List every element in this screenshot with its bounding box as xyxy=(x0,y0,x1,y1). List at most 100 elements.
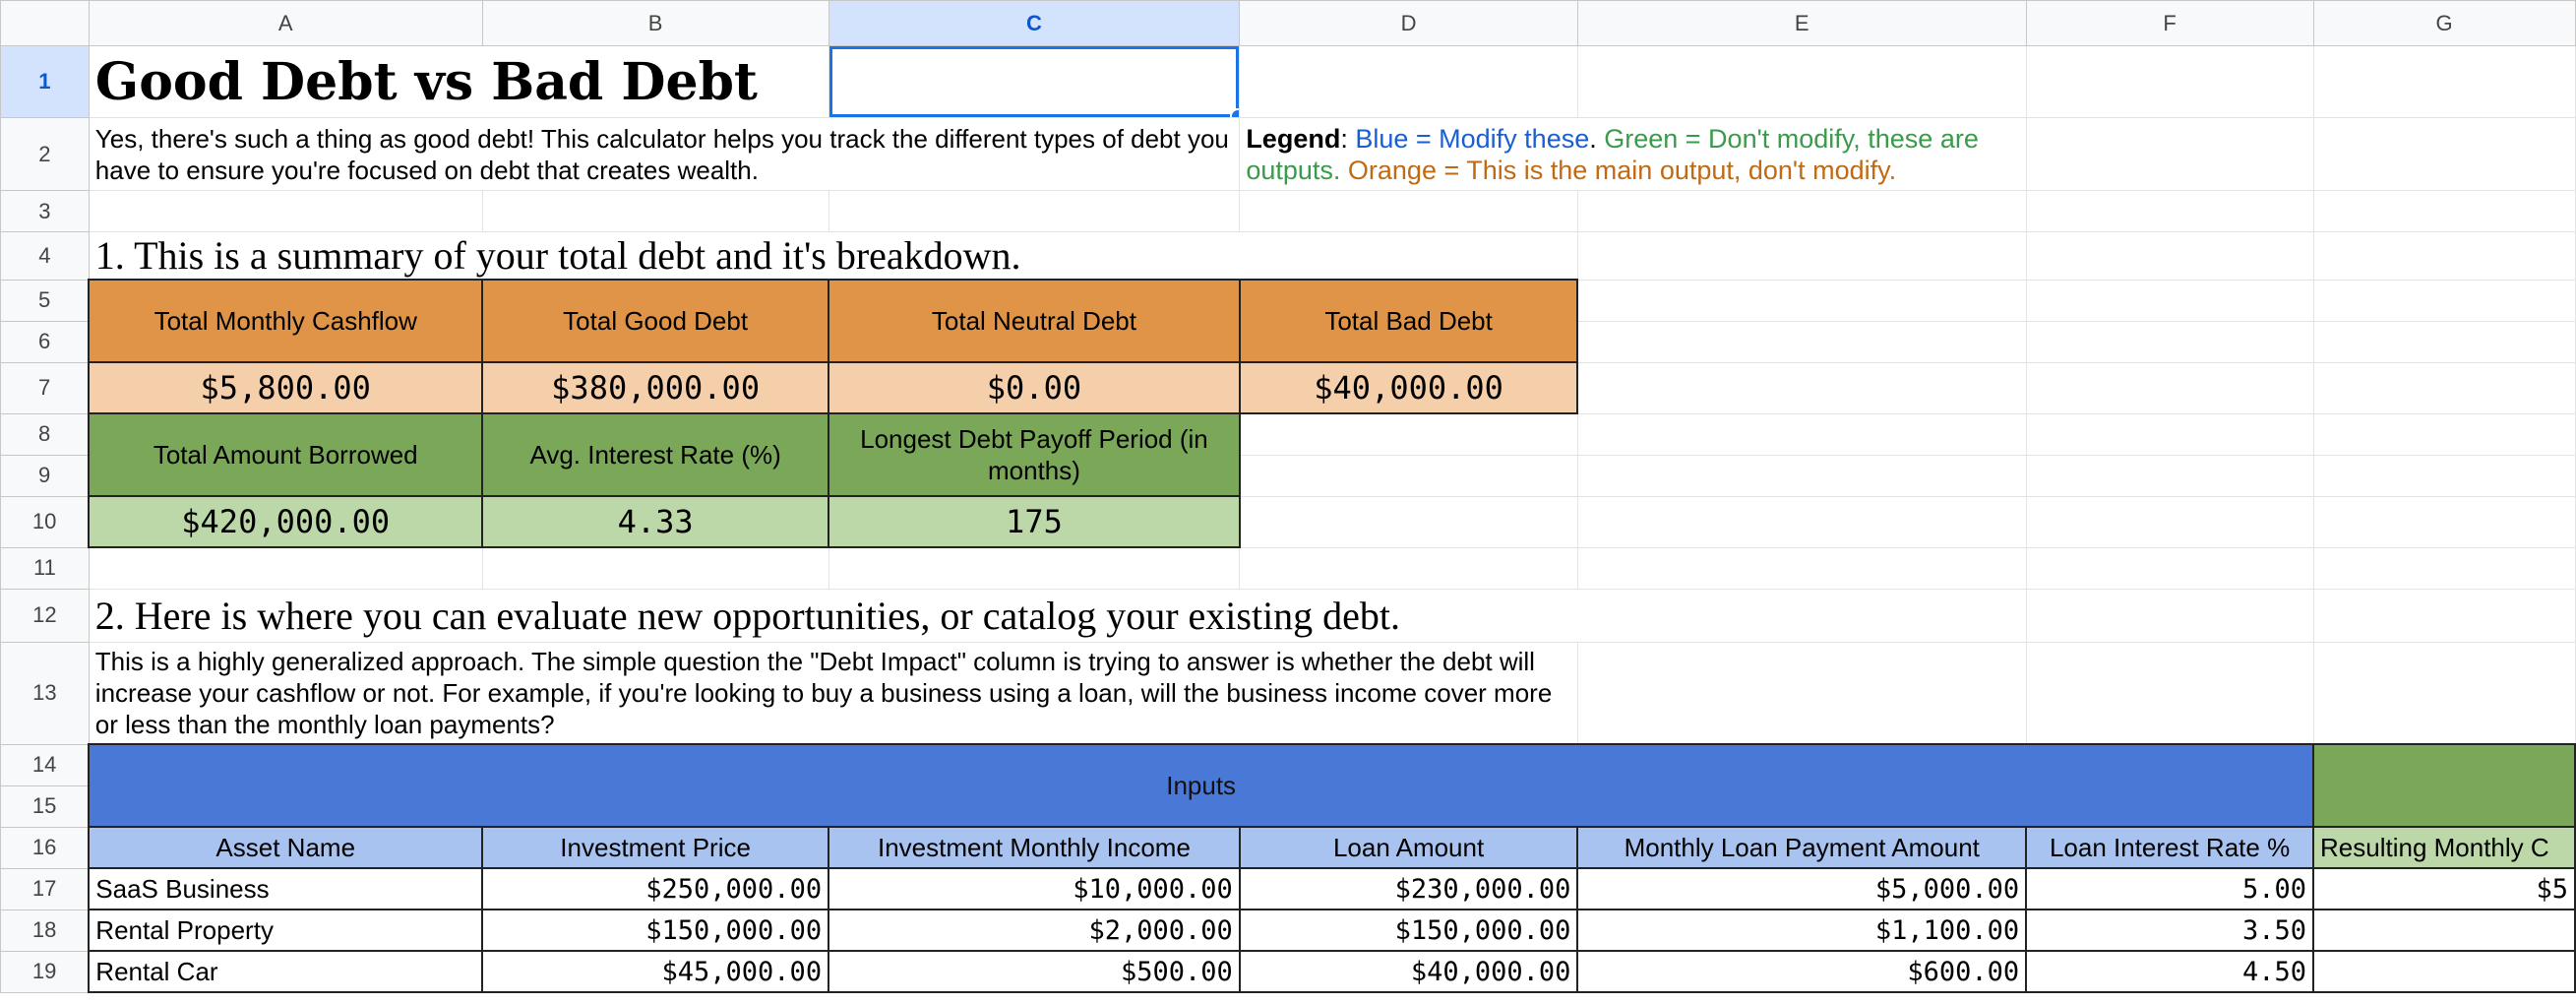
header-monthly-loan-payment[interactable]: Monthly Loan Payment Amount xyxy=(1576,826,2028,869)
cell[interactable] xyxy=(2312,45,2576,118)
cell[interactable] xyxy=(2312,546,2576,590)
legend-text[interactable]: Legend: Blue = Modify these. Green = Don… xyxy=(1239,117,2027,191)
cell[interactable] xyxy=(1576,279,2027,322)
row-header-11[interactable]: 11 xyxy=(0,546,90,590)
avg-interest-rate-label[interactable]: Avg. Interest Rate (%) xyxy=(481,412,830,497)
cell[interactable] xyxy=(2025,361,2314,414)
inputs-band[interactable]: Inputs xyxy=(88,743,2315,828)
interest-rate-cell[interactable]: 3.50 xyxy=(2025,909,2315,952)
cell[interactable] xyxy=(1239,454,1578,497)
column-header-d[interactable]: D xyxy=(1239,0,1578,46)
outputs-band[interactable] xyxy=(2312,743,2576,828)
longest-payoff-value[interactable]: 175 xyxy=(828,495,1241,548)
resulting-monthly-cell[interactable] xyxy=(2312,909,2576,952)
total-amount-borrowed-label[interactable]: Total Amount Borrowed xyxy=(88,412,484,497)
cell[interactable] xyxy=(2025,454,2314,497)
cell[interactable] xyxy=(2312,190,2576,232)
total-bad-debt-value[interactable]: $40,000.00 xyxy=(1238,361,1579,414)
intro-text[interactable]: Yes, there's such a thing as good debt! … xyxy=(88,117,1241,191)
column-header-a[interactable]: A xyxy=(88,0,483,46)
cell[interactable] xyxy=(2312,231,2576,281)
loan-amount-cell[interactable]: $40,000.00 xyxy=(1238,950,1579,993)
cell[interactable] xyxy=(2025,495,2314,548)
investment-price-cell[interactable]: $250,000.00 xyxy=(481,867,830,910)
monthly-payment-cell[interactable]: $600.00 xyxy=(1576,950,2028,993)
row-header-3[interactable]: 3 xyxy=(0,190,90,232)
cell[interactable] xyxy=(1239,412,1578,456)
total-monthly-cashflow-label[interactable]: Total Monthly Cashflow xyxy=(88,279,484,363)
monthly-payment-cell[interactable]: $1,100.00 xyxy=(1576,909,2028,952)
resulting-monthly-cell[interactable]: $5 xyxy=(2312,867,2576,910)
total-good-debt-label[interactable]: Total Good Debt xyxy=(481,279,830,363)
investment-income-cell[interactable]: $10,000.00 xyxy=(828,867,1241,910)
loan-amount-cell[interactable]: $150,000.00 xyxy=(1238,909,1579,952)
row-header-12[interactable]: 12 xyxy=(0,588,90,643)
asset-name-cell[interactable]: Rental Car xyxy=(88,950,484,993)
active-cell-c1[interactable] xyxy=(828,45,1241,118)
cell[interactable] xyxy=(2025,320,2314,363)
cell[interactable] xyxy=(1239,495,1578,548)
column-header-e[interactable]: E xyxy=(1576,0,2027,46)
asset-name-cell[interactable]: SaaS Business xyxy=(88,867,484,910)
cell[interactable] xyxy=(1239,546,1578,590)
cell[interactable] xyxy=(1576,45,2027,118)
cell[interactable] xyxy=(2312,588,2576,643)
cell[interactable] xyxy=(481,546,829,590)
investment-income-cell[interactable]: $500.00 xyxy=(828,950,1241,993)
cell[interactable] xyxy=(2025,231,2314,281)
investment-price-cell[interactable]: $150,000.00 xyxy=(481,909,830,952)
cell[interactable] xyxy=(828,190,1241,232)
header-loan-interest-rate[interactable]: Loan Interest Rate % xyxy=(2025,826,2315,869)
resulting-monthly-cell[interactable] xyxy=(2312,950,2576,993)
monthly-payment-cell[interactable]: $5,000.00 xyxy=(1576,867,2028,910)
cell[interactable] xyxy=(2312,117,2576,191)
cell[interactable] xyxy=(88,190,483,232)
row-header-7[interactable]: 7 xyxy=(0,361,90,414)
cell[interactable] xyxy=(2025,412,2314,456)
cell[interactable] xyxy=(2025,546,2314,590)
row-header-4[interactable]: 4 xyxy=(0,231,90,281)
cell[interactable] xyxy=(2025,45,2314,118)
loan-amount-cell[interactable]: $230,000.00 xyxy=(1238,867,1579,910)
cell[interactable] xyxy=(2025,588,2314,643)
cell[interactable] xyxy=(2025,279,2314,322)
section-2-heading[interactable]: 2. Here is where you can evaluate new op… xyxy=(88,588,2027,643)
row-header-10[interactable]: 10 xyxy=(0,495,90,548)
cell[interactable] xyxy=(1576,320,2027,363)
investment-price-cell[interactable]: $45,000.00 xyxy=(481,950,830,993)
cell[interactable] xyxy=(2312,361,2576,414)
avg-interest-rate-value[interactable]: 4.33 xyxy=(481,495,830,548)
sheet-title[interactable]: Good Debt vs Bad Debt xyxy=(88,45,829,118)
row-header-1[interactable]: 1 xyxy=(0,45,90,118)
row-header-13[interactable]: 13 xyxy=(0,641,90,745)
column-header-g[interactable]: G xyxy=(2312,0,2576,46)
total-monthly-cashflow-value[interactable]: $5,800.00 xyxy=(88,361,484,414)
total-amount-borrowed-value[interactable]: $420,000.00 xyxy=(88,495,484,548)
cell[interactable] xyxy=(1576,231,2027,281)
total-neutral-debt-label[interactable]: Total Neutral Debt xyxy=(828,279,1241,363)
cell[interactable] xyxy=(1576,412,2027,456)
header-asset-name[interactable]: Asset Name xyxy=(88,826,484,869)
column-header-b[interactable]: B xyxy=(481,0,829,46)
cell[interactable] xyxy=(2312,454,2576,497)
cell[interactable] xyxy=(2312,412,2576,456)
cell[interactable] xyxy=(1576,454,2027,497)
interest-rate-cell[interactable]: 4.50 xyxy=(2025,950,2315,993)
row-header-17[interactable]: 17 xyxy=(0,867,90,910)
cell[interactable] xyxy=(828,546,1241,590)
total-good-debt-value[interactable]: $380,000.00 xyxy=(481,361,830,414)
cell[interactable] xyxy=(2312,279,2576,322)
cell[interactable] xyxy=(1239,190,1578,232)
header-investment-price[interactable]: Investment Price xyxy=(481,826,830,869)
investment-income-cell[interactable]: $2,000.00 xyxy=(828,909,1241,952)
section-2-description[interactable]: This is a highly generalized approach. T… xyxy=(88,641,1578,745)
column-header-f[interactable]: F xyxy=(2025,0,2314,46)
longest-payoff-label[interactable]: Longest Debt Payoff Period (in months) xyxy=(828,412,1241,497)
fill-handle[interactable] xyxy=(1230,108,1239,117)
row-header-18[interactable]: 18 xyxy=(0,909,90,952)
header-loan-amount[interactable]: Loan Amount xyxy=(1238,826,1579,869)
total-neutral-debt-value[interactable]: $0.00 xyxy=(828,361,1241,414)
cell[interactable] xyxy=(2025,641,2314,745)
row-header-14[interactable]: 14 xyxy=(0,743,90,786)
row-header-19[interactable]: 19 xyxy=(0,950,90,993)
